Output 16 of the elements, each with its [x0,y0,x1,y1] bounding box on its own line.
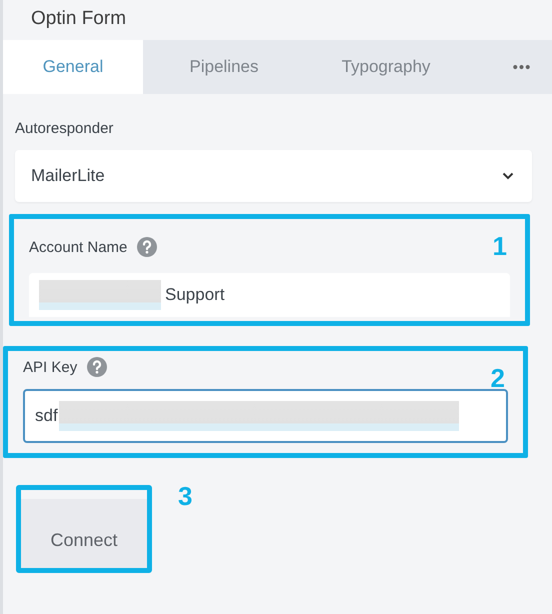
help-icon[interactable] [137,237,158,257]
tab[interactable]: General [3,40,143,94]
callout-number: 3 [178,481,192,512]
text-field[interactable]: Support [29,273,510,317]
text-field[interactable]: sdf [23,389,508,443]
help-icon[interactable] [87,357,108,377]
tab[interactable]: Pipelines [143,40,305,94]
tab[interactable]: Typography [305,40,467,94]
chevron-down-icon [502,172,514,180]
field-label: Autoresponder [15,120,114,137]
more-button[interactable]: ••• [492,40,552,94]
callout-number: 1 [492,231,507,262]
panel-title: Optin Form [30,7,128,31]
field-label: API Key [23,358,78,376]
field-label: Account Name [29,238,128,256]
autoresponder-dropdown[interactable]: MailerLite [15,150,532,202]
